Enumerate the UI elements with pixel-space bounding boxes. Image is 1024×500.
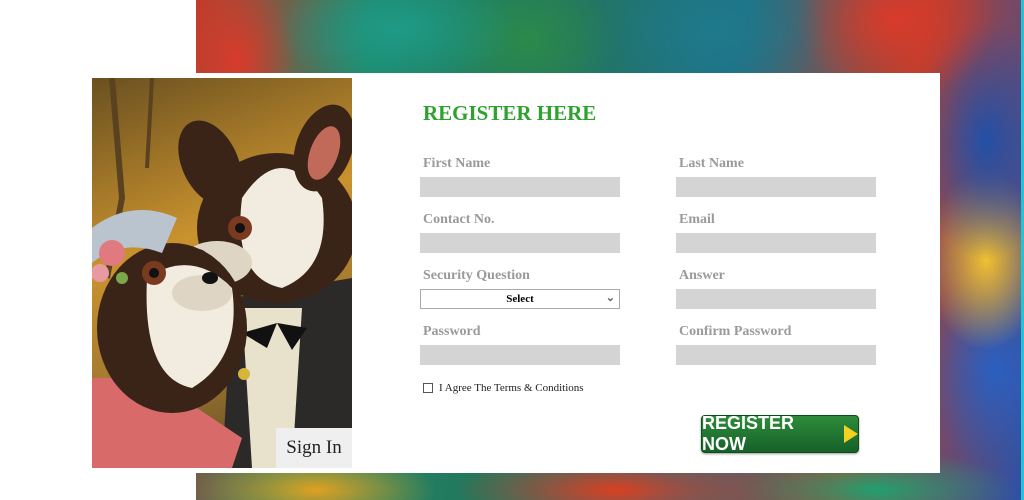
- page-title: REGISTER HERE: [423, 101, 597, 125]
- play-arrow-icon: [844, 425, 858, 443]
- security-question-select[interactable]: Select ⌄: [420, 289, 620, 309]
- register-now-button[interactable]: REGISTER NOW: [701, 413, 859, 454]
- email-field[interactable]: [676, 233, 876, 253]
- contact-label: Contact No.: [423, 212, 495, 227]
- chevron-down-icon: ⌄: [605, 292, 615, 304]
- terms-label: I Agree The Terms & Conditions: [439, 382, 584, 394]
- password-label: Password: [423, 324, 481, 339]
- terms-checkbox[interactable]: [423, 383, 433, 393]
- terms-checkbox-row[interactable]: I Agree The Terms & Conditions: [423, 382, 584, 394]
- dogs-illustration: Sign In: [92, 78, 352, 468]
- register-card: Sign In REGISTER HERE First Name Last Na…: [92, 73, 940, 473]
- first-name-label: First Name: [423, 156, 491, 171]
- sign-in-button[interactable]: Sign In: [276, 428, 352, 468]
- register-now-label: REGISTER NOW: [702, 413, 795, 454]
- contact-field[interactable]: [420, 233, 620, 253]
- security-question-value: Select: [506, 293, 534, 305]
- confirm-password-field[interactable]: [676, 345, 876, 365]
- security-question-label: Security Question: [423, 268, 530, 283]
- first-name-field[interactable]: [420, 177, 620, 197]
- last-name-label: Last Name: [679, 156, 744, 171]
- email-label: Email: [679, 212, 715, 227]
- answer-label: Answer: [679, 268, 725, 283]
- password-field[interactable]: [420, 345, 620, 365]
- last-name-field[interactable]: [676, 177, 876, 197]
- answer-field[interactable]: [676, 289, 876, 309]
- confirm-password-label: Confirm Password: [679, 324, 792, 339]
